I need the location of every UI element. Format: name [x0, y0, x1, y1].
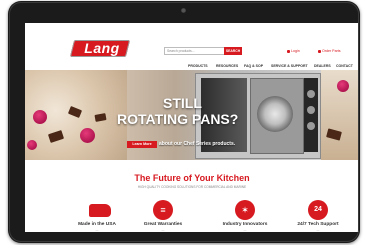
nav-item-contact[interactable]: CONTACT — [336, 63, 353, 70]
nav-item-faq[interactable]: FAQ & SOP — [244, 63, 263, 70]
chocolate-image — [67, 106, 83, 118]
dessert-photo-right — [321, 70, 359, 160]
site-header: Lang Search products... SEARCH Login Ord… — [25, 23, 359, 63]
knob-icon — [307, 106, 315, 114]
section-subtitle: HIGH QUALITY COOKING SOLUTIONS FOR COMME… — [137, 185, 247, 189]
login-label: Login — [291, 49, 300, 53]
main-nav: PRODUCTS RESOURCES FAQ & SOP SERVICE & S… — [25, 63, 359, 70]
hero-title-line2: ROTATING PANS? — [117, 111, 239, 127]
camera-icon — [181, 8, 186, 13]
warranty-icon: ≡ — [153, 200, 173, 220]
nav-item-resources[interactable]: RESOURCES — [216, 63, 238, 70]
nav-item-products[interactable]: PRODUCTS — [188, 63, 208, 70]
knob-icon — [307, 122, 315, 130]
support-glyph: 24 — [314, 206, 322, 213]
oven-cavity — [250, 78, 304, 154]
warranty-glyph: ≡ — [160, 205, 166, 215]
logo-text: Lang — [84, 40, 120, 56]
hero-banner — [25, 70, 359, 160]
chocolate-image — [326, 128, 342, 141]
login-link[interactable]: Login — [287, 48, 300, 54]
chocolate-image — [47, 130, 65, 143]
lang-logo[interactable] — [69, 40, 131, 57]
oven-photo — [195, 73, 321, 159]
hero-title-line1: STILL — [163, 95, 202, 111]
lightbulb-icon: ✶ — [235, 200, 255, 220]
oven-door — [201, 78, 247, 152]
tablet-bezel: Lang Search products... SEARCH Login Ord… — [8, 1, 360, 243]
feature-desc-warranties: — — [161, 228, 165, 232]
knob-icon — [307, 90, 315, 98]
lightbulb-glyph: ✶ — [241, 205, 249, 215]
order-parts-link[interactable]: Order Parts — [318, 48, 341, 54]
chocolate-image — [94, 113, 107, 122]
nav-item-service[interactable]: SERVICE & SUPPORT — [271, 63, 308, 70]
search-input[interactable]: Search products... — [164, 47, 225, 55]
feature-desc-innovators: — — [243, 228, 247, 232]
website-screen: Lang Search products... SEARCH Login Ord… — [25, 23, 359, 232]
feature-desc-support: — — [316, 228, 320, 232]
raspberry-image — [80, 128, 95, 143]
usa-shape — [89, 204, 111, 217]
oven-control-panel — [304, 78, 318, 152]
feature-label-warranties: Great Warranties — [143, 222, 183, 227]
lock-icon — [287, 49, 290, 53]
feature-label-usa: Made in the USA — [78, 222, 116, 227]
oven-fan-icon — [257, 96, 293, 132]
feature-label-innovators: Industry Innovators — [222, 222, 268, 227]
raspberry-image — [337, 80, 349, 92]
raspberry-image — [33, 110, 47, 124]
order-parts-label: Order Parts — [322, 49, 341, 53]
raspberry-image — [27, 140, 37, 150]
learn-more-button[interactable]: Learn More — [127, 141, 157, 148]
hero-subtext: about our Chef Series products. — [159, 141, 236, 147]
feature-label-support: 24/7 Tech Support — [297, 222, 339, 227]
dessert-photo — [25, 70, 127, 160]
cart-icon — [318, 49, 321, 53]
nav-item-dealers[interactable]: DEALERS — [314, 63, 331, 70]
section-title: The Future of Your Kitchen — [134, 173, 250, 183]
usa-map-icon — [87, 200, 111, 220]
support-24-icon: 24 — [308, 200, 328, 220]
search-button[interactable]: SEARCH — [224, 47, 242, 55]
feature-desc-usa: — — [95, 228, 99, 232]
